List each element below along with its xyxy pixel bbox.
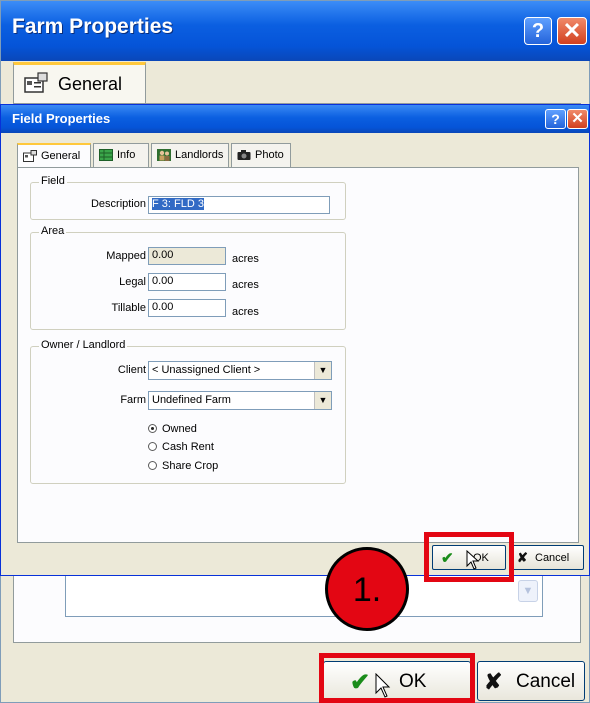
close-icon[interactable]: ✕	[567, 109, 588, 129]
tab-landlords[interactable]: Landlords	[151, 143, 229, 167]
grid-icon	[99, 149, 113, 161]
legal-input[interactable]: 0.00	[148, 273, 226, 291]
radio-owned-label: Owned	[162, 423, 197, 435]
farm-value: Undefined Farm	[152, 394, 231, 406]
help-icon[interactable]: ?	[545, 109, 566, 129]
cursor-arrow-icon	[375, 673, 391, 698]
radio-unselected-icon	[148, 442, 157, 451]
farm-cancel-button[interactable]: ✘ Cancel	[477, 661, 585, 701]
owner-group-legend: Owner / Landlord	[39, 339, 128, 351]
help-icon[interactable]: ?	[524, 17, 552, 45]
tab-photo[interactable]: Photo	[231, 143, 291, 167]
highlight-outer-ok	[319, 653, 475, 703]
tab-general[interactable]: General	[13, 62, 146, 104]
mapped-input: 0.00	[148, 247, 226, 265]
description-input[interactable]: F 3: FLD 3	[148, 196, 330, 214]
tab-general-label: General	[41, 150, 81, 162]
client-select[interactable]: < Unassigned Client > ▼	[148, 361, 332, 380]
farm-properties-title: Farm Properties	[12, 15, 174, 38]
client-label: Client	[117, 364, 146, 376]
step-number-badge: 1.	[325, 547, 409, 631]
mapped-label: Mapped	[106, 250, 146, 262]
properties-icon	[23, 150, 37, 162]
mapped-unit: acres	[232, 253, 259, 265]
close-icon[interactable]: ✕	[557, 17, 587, 45]
legal-label: Legal	[119, 276, 146, 288]
chevron-down-icon[interactable]: ▼	[518, 580, 538, 602]
description-label: Description	[90, 198, 146, 210]
tab-photo-label: Photo	[255, 149, 284, 161]
chevron-down-icon[interactable]: ▼	[314, 362, 331, 379]
tillable-unit: acres	[232, 306, 259, 318]
farm-properties-title-bar[interactable]: Farm Properties ? ✕	[1, 1, 590, 61]
radio-owned[interactable]: Owned	[148, 423, 197, 435]
tab-landlords-label: Landlords	[175, 149, 224, 161]
chevron-down-icon[interactable]: ▼	[314, 392, 331, 409]
tillable-input[interactable]: 0.00	[148, 299, 226, 317]
farm-label: Farm	[120, 394, 146, 406]
description-value: F 3: FLD 3	[152, 198, 204, 210]
field-properties-title-bar[interactable]: Field Properties ? ✕	[1, 105, 589, 133]
field-properties-title: Field Properties	[12, 111, 111, 126]
x-mark-icon: ✘	[517, 550, 528, 565]
camera-icon	[237, 150, 251, 160]
farm-select[interactable]: Undefined Farm ▼	[148, 391, 332, 410]
radio-unselected-icon	[148, 461, 157, 470]
radio-cash-rent[interactable]: Cash Rent	[148, 441, 214, 453]
properties-icon	[24, 72, 48, 93]
field-cancel-button[interactable]: ✘ Cancel	[510, 545, 584, 570]
tab-info[interactable]: Info	[93, 143, 149, 167]
radio-selected-icon	[148, 424, 157, 433]
x-mark-icon: ✘	[484, 669, 503, 694]
radio-share-crop[interactable]: Share Crop	[148, 460, 218, 472]
field-cancel-label: Cancel	[535, 552, 570, 564]
legal-unit: acres	[232, 279, 259, 291]
tab-info-label: Info	[117, 149, 136, 161]
client-value: < Unassigned Client >	[152, 364, 261, 376]
area-group-legend: Area	[39, 225, 67, 237]
farm-cancel-label: Cancel	[516, 671, 576, 692]
cursor-arrow-icon	[466, 550, 480, 570]
radio-share-crop-label: Share Crop	[162, 460, 219, 472]
tab-general-label: General	[58, 74, 123, 94]
radio-cash-rent-label: Cash Rent	[162, 441, 214, 453]
people-icon	[157, 149, 171, 161]
tab-general[interactable]: General	[17, 143, 91, 168]
tillable-label: Tillable	[111, 302, 146, 314]
field-group-legend: Field	[39, 175, 67, 187]
